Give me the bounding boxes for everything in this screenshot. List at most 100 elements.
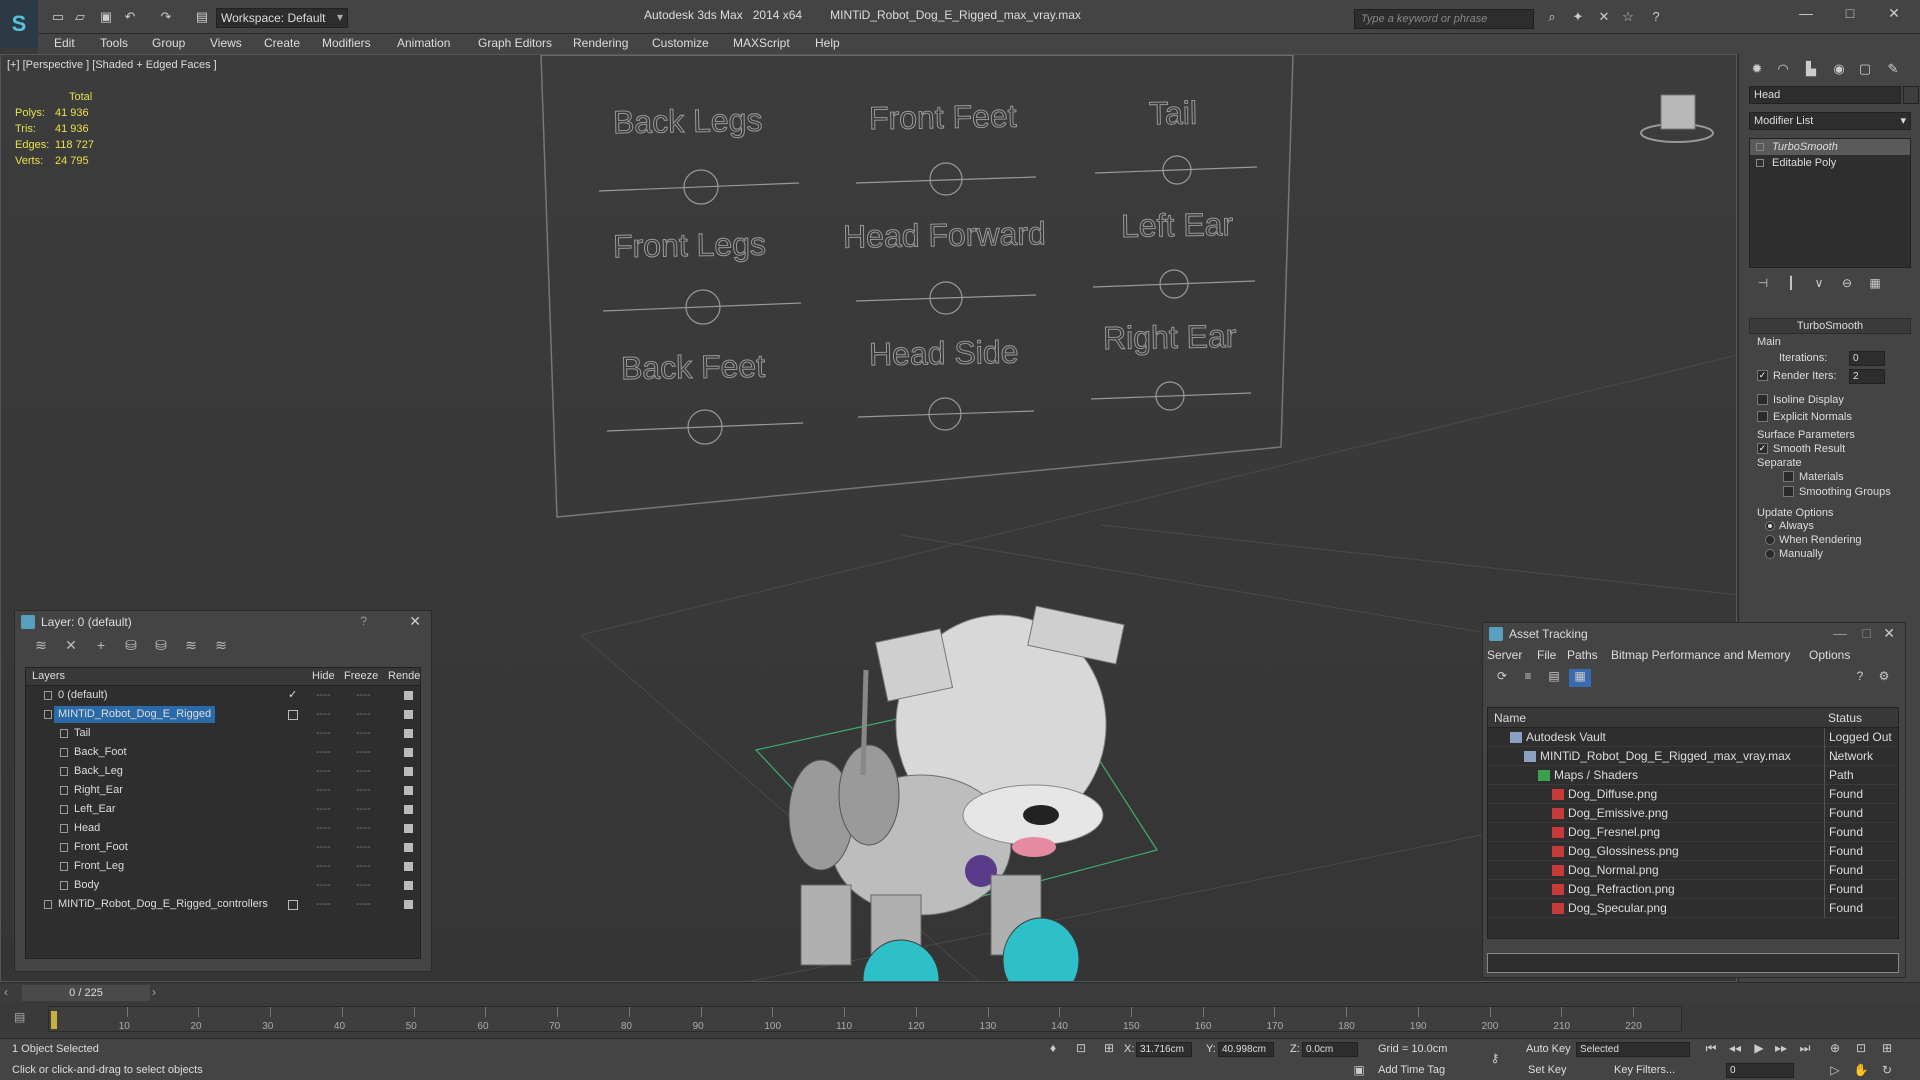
lock-selection-icon[interactable]: ⊡ (1072, 1039, 1090, 1057)
layer-row[interactable]: Back_Leg ---- ---- (26, 762, 420, 781)
menu-customize[interactable]: Customize (652, 36, 709, 50)
render-toggle-icon[interactable] (404, 748, 413, 757)
key-set-dropdown[interactable]: Selected (1576, 1042, 1690, 1057)
freeze-toggle[interactable]: ---- (356, 800, 371, 819)
z-coordinate-field[interactable]: 0.0cm (1302, 1042, 1358, 1057)
layer-name[interactable]: Tail (70, 725, 95, 742)
hide-toggle[interactable]: ---- (316, 800, 331, 819)
layer-row[interactable]: Front_Leg ---- ---- (26, 857, 420, 876)
orbit-icon[interactable]: ↻ (1878, 1061, 1896, 1079)
freeze-toggle[interactable]: ---- (356, 743, 371, 762)
object-name-field[interactable]: Head (1749, 86, 1901, 104)
refresh-icon[interactable]: ⟳ (1491, 669, 1513, 687)
layer-name[interactable]: Front_Foot (70, 839, 132, 856)
smooth-result-checkbox[interactable]: ✓ (1757, 443, 1768, 454)
asset-menu-paths[interactable]: Paths (1567, 648, 1598, 662)
asset-row[interactable]: Dog_Diffuse.png Found (1488, 785, 1898, 804)
hide-toggle[interactable]: ---- (316, 724, 331, 743)
asset-row[interactable]: MINTiD_Robot_Dog_E_Rigged_max_vray.max Ne… (1488, 747, 1898, 782)
close-button[interactable]: ✕ (1874, 5, 1914, 25)
layer-name[interactable]: MINTiD_Robot_Dog_E_Rigged_controllers (54, 896, 272, 913)
remove-modifier-icon[interactable]: ⊖ (1833, 276, 1861, 290)
hide-toggle[interactable]: ---- (316, 838, 331, 857)
hide-toggle[interactable]: ---- (316, 876, 331, 895)
object-color-swatch[interactable] (1903, 86, 1919, 104)
y-coordinate-field[interactable]: 40.998cm (1218, 1042, 1274, 1057)
layer-name[interactable]: Front_Leg (70, 858, 128, 875)
curve-editor-icon[interactable]: ▤ (14, 1010, 25, 1024)
asset-menu-options[interactable]: Options (1809, 648, 1850, 662)
motion-tab-icon[interactable]: ◉ (1827, 58, 1851, 80)
list-view-icon[interactable]: ≡ (1517, 669, 1539, 687)
absolute-mode-icon[interactable]: ⊞ (1100, 1039, 1118, 1057)
menu-create[interactable]: Create (264, 36, 300, 50)
rollout-header[interactable]: TurboSmooth (1749, 318, 1911, 334)
key-filters-button[interactable]: Key Filters... (1614, 1064, 1675, 1076)
layer-panel-title[interactable]: Layer: 0 (default) ? ✕ (15, 611, 431, 633)
explicit-normals-checkbox[interactable] (1757, 411, 1768, 422)
zoom-all-icon[interactable]: ⊞ (1878, 1039, 1896, 1057)
help-icon[interactable]: ? (1849, 669, 1871, 687)
layer-name[interactable]: Head (70, 820, 104, 837)
favorites-icon[interactable]: ☆ (1620, 9, 1636, 25)
redo-icon[interactable]: ↷ (158, 9, 174, 25)
menu-tools[interactable]: Tools (100, 36, 128, 50)
fov-icon[interactable]: ▷ (1826, 1061, 1844, 1079)
minimize-button[interactable]: — (1786, 5, 1826, 25)
show-end-result-icon[interactable]: ┃ (1777, 276, 1805, 290)
select-layer-icon[interactable]: ⛁ (149, 637, 173, 654)
maximize-icon[interactable]: □ (1863, 625, 1871, 641)
menu-rendering[interactable]: Rendering (573, 36, 628, 50)
layer-name[interactable]: MINTiD_Robot_Dog_E_Rigged (54, 706, 216, 723)
layer-name[interactable]: Right_Ear (70, 782, 127, 799)
current-frame-marker[interactable] (51, 1011, 57, 1029)
column-header[interactable]: Layers (32, 670, 65, 682)
asset-row[interactable]: Dog_Specular.png Found (1488, 899, 1898, 918)
asset-row[interactable]: Dog_Normal.png Found (1488, 861, 1898, 880)
hide-toggle[interactable]: ---- (316, 705, 331, 724)
go-to-start-icon[interactable]: ⏮ (1702, 1039, 1720, 1057)
open-file-icon[interactable]: ▱ (72, 9, 88, 25)
column-header[interactable]: Freeze (344, 670, 378, 682)
display-tab-icon[interactable]: ▢ (1853, 58, 1877, 80)
communication-icon[interactable]: ✕ (1596, 9, 1612, 25)
add-to-layer-icon[interactable]: + (89, 637, 113, 653)
hide-toggle[interactable]: ---- (316, 762, 331, 781)
menu-edit[interactable]: Edit (54, 36, 75, 50)
layer-row[interactable]: Head ---- ---- (26, 819, 420, 838)
menu-help[interactable]: Help (815, 36, 840, 50)
stack-item-editable-poly[interactable]: Editable Poly (1750, 155, 1910, 171)
hide-toggle[interactable]: ---- (316, 743, 331, 762)
layer-properties-icon[interactable]: ≋ (209, 637, 233, 654)
project-folder-icon[interactable]: ▤ (194, 9, 210, 25)
x-coordinate-field[interactable]: 31.716cm (1136, 1042, 1192, 1057)
next-frame-icon[interactable]: › (152, 985, 156, 999)
grid-view-icon[interactable]: ▦ (1569, 669, 1591, 687)
column-header[interactable]: Hide (312, 670, 335, 682)
asset-row[interactable]: Dog_Glossiness.png Found (1488, 842, 1898, 861)
track-bar[interactable]: ▤ 10 20 30 40 50 60 70 80 90 100 110 120 130 140 150 16… (0, 1002, 1920, 1038)
pin-stack-icon[interactable]: ⊣ (1749, 276, 1777, 290)
column-header[interactable]: Name (1494, 711, 1526, 725)
isolate-icon[interactable]: ♦ (1044, 1039, 1062, 1057)
subscription-icon[interactable]: ✦ (1570, 9, 1586, 25)
render-toggle-icon[interactable] (404, 786, 413, 795)
close-icon[interactable]: ✕ (1883, 625, 1895, 642)
layer-checkbox[interactable] (288, 710, 298, 720)
close-icon[interactable]: ✕ (409, 613, 421, 630)
undo-icon[interactable]: ↶ (122, 9, 138, 25)
new-file-icon[interactable]: ▭ (50, 9, 66, 25)
next-key-icon[interactable]: ▸▸ (1772, 1039, 1790, 1057)
binoculars-icon[interactable]: ⌕ (1544, 9, 1560, 25)
layer-name[interactable]: Left_Ear (70, 801, 120, 818)
menu-views[interactable]: Views (210, 36, 242, 50)
when-rendering-radio[interactable] (1765, 535, 1775, 545)
render-iters-checkbox[interactable]: ✓ (1757, 370, 1768, 381)
freeze-toggle[interactable]: ---- (356, 781, 371, 800)
asset-menu-file[interactable]: File (1537, 648, 1556, 662)
freeze-toggle[interactable]: ---- (356, 705, 371, 724)
materials-checkbox[interactable] (1783, 471, 1794, 482)
stack-item-turbosmooth[interactable]: TurboSmooth (1750, 139, 1910, 155)
manually-radio[interactable] (1765, 549, 1775, 559)
expand-icon[interactable] (1756, 159, 1764, 167)
